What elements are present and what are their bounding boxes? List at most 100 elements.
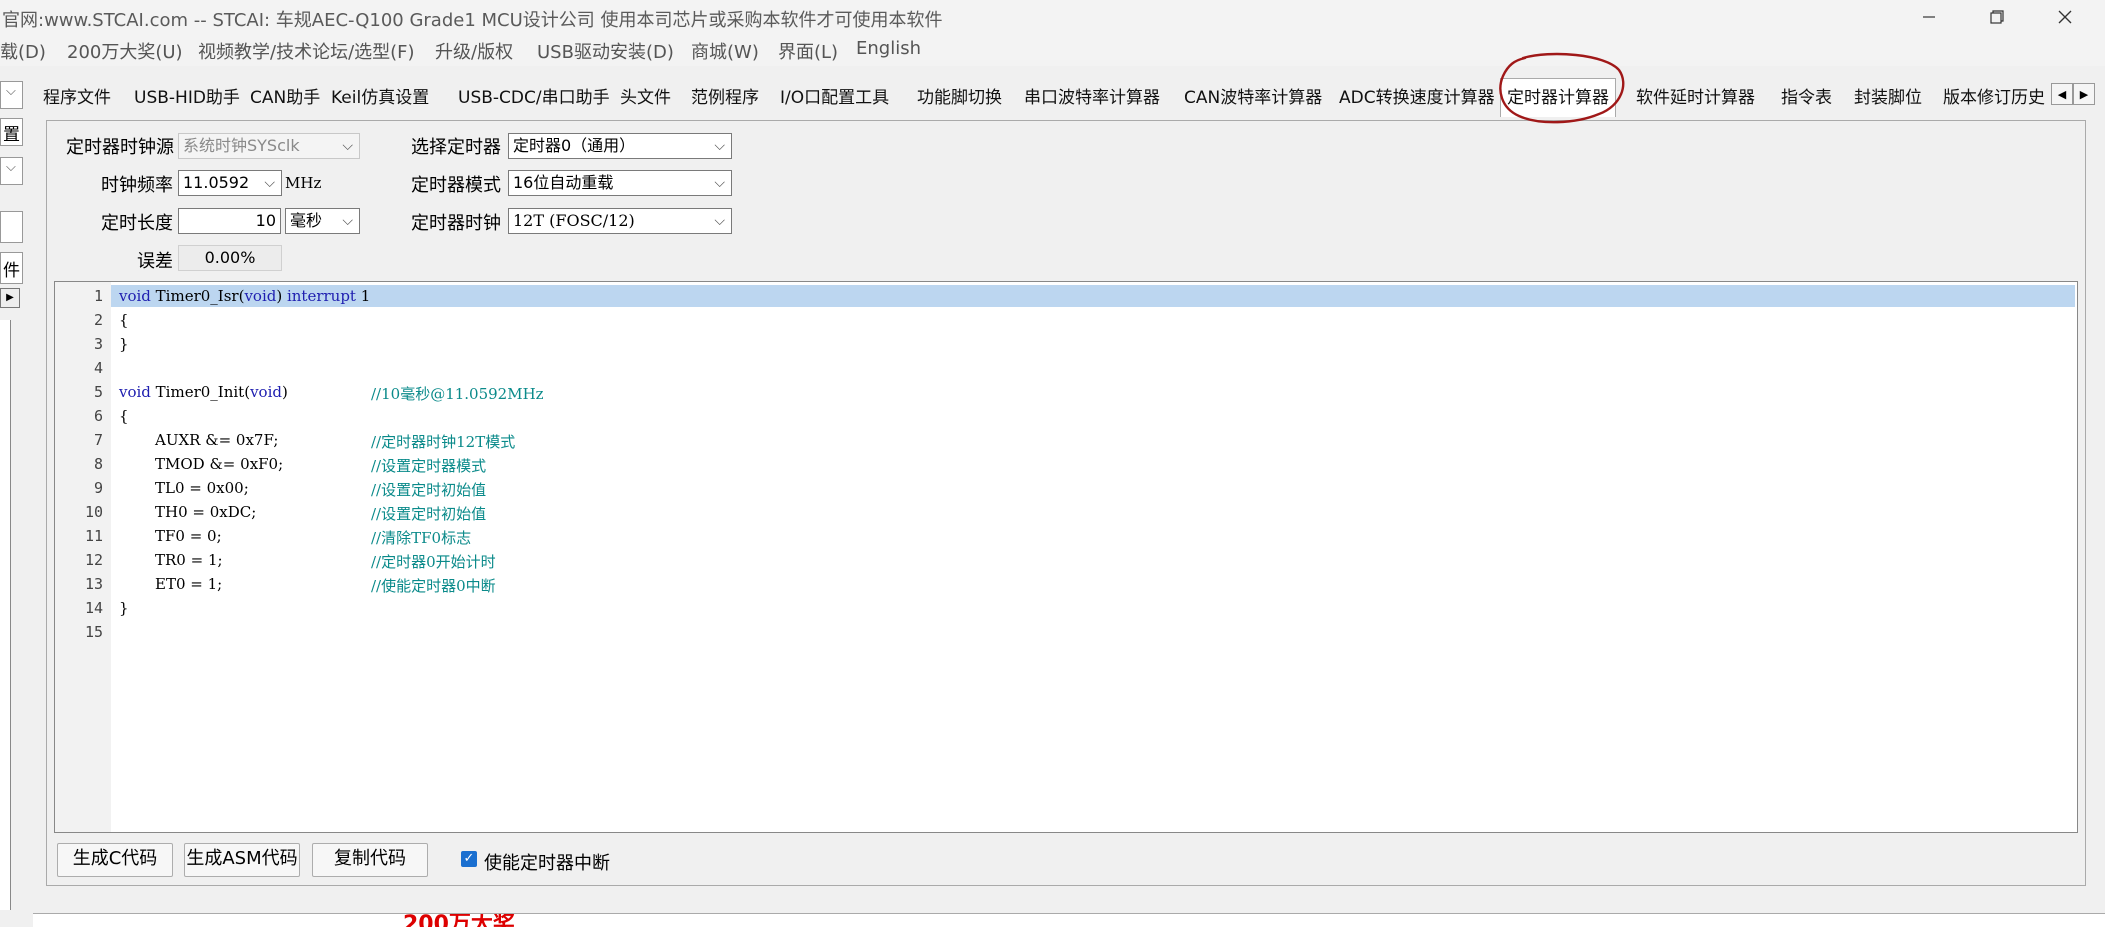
title-bar: 官网:www.STCAI.com -- STCAI: 车规AEC-Q100 Gr… [0,0,2105,34]
code-statement: TH0 = 0xDC; [155,503,257,521]
bottom-panel: 200万大奖 [33,913,2105,927]
code-statement: TL0 = 0x00; [155,479,249,497]
line-number: 11 [84,527,103,545]
code-keyword: void [119,383,151,401]
tab-uart-baud[interactable]: 串口波特率计算器 [1024,80,1160,116]
tab-header-file[interactable]: 头文件 [620,80,671,116]
generate-asm-button[interactable]: 生成ASM代码 [184,843,300,877]
restore-button[interactable] [1967,0,2027,34]
code-editor[interactable]: 1 2 3 4 5 6 7 8 9 10 11 12 13 14 15 void… [54,281,2078,833]
triangle-left-icon: ◀ [2057,87,2067,101]
clock-freq-label: 时钟频率 [101,175,173,196]
code-line: } [119,335,129,353]
timer-length-value: 10 [255,211,276,230]
chevron-down-icon: ⌵ [714,175,725,191]
tab-keil-debug[interactable]: Keil仿真设置 [331,80,429,116]
left-button[interactable]: 件 [0,252,23,284]
menu-usb-driver[interactable]: USB驱动安装(D) [537,38,674,64]
left-dropdown-2[interactable]: ⌵ [0,157,23,185]
code-statement: TF0 = 0; [155,527,222,545]
tab-can-assistant[interactable]: CAN助手 [250,80,320,116]
close-button[interactable] [2035,0,2095,34]
tab-delay-calculator[interactable]: 软件延时计算器 [1636,80,1755,116]
left-field: 置 [0,118,23,146]
tab-examples[interactable]: 范例程序 [691,80,759,116]
line-number: 9 [93,479,103,497]
chevron-down-icon: ⌵ [6,160,16,175]
triangle-right-icon: ▶ [6,292,14,303]
timer-length-label: 定时长度 [101,213,173,234]
clock-freq-value: 11.0592 [183,173,250,192]
code-line: { [119,311,129,329]
chevron-down-icon: ⌵ [6,84,16,99]
tab-scroll-left-button[interactable]: ◀ [2051,83,2073,105]
line-number: 1 [93,287,103,305]
code-line: void Timer0_Isr(void) interrupt 1 [119,287,370,305]
clock-freq-combo[interactable]: 11.0592 ⌵ [178,170,282,196]
error-value: 0.00% [204,248,256,267]
menu-english[interactable]: English [856,38,921,59]
code-statement: TR0 = 1; [155,551,223,569]
code-comment: //设置定时初始值 [371,505,487,523]
chevron-down-icon: ⌵ [342,213,353,229]
timer-mode-value: 16位自动重载 [513,173,614,192]
tab-adc-speed[interactable]: ADC转换速度计算器 [1339,80,1495,116]
close-icon [2058,10,2072,24]
timer-clock-select[interactable]: 12T (FOSC/12) ⌵ [508,208,732,234]
tab-usb-cdc-serial[interactable]: USB-CDC/串口助手 [458,80,610,116]
generate-c-button[interactable]: 生成C代码 [57,843,173,877]
timer-length-input[interactable]: 10 [178,208,281,234]
menu-download[interactable]: 载(D) [0,38,46,64]
code-comment: //定时器0开始计时 [371,553,496,571]
menu-award[interactable]: 200万大奖(U) [67,38,183,64]
copy-code-button[interactable]: 复制代码 [312,843,428,877]
enable-interrupt-checkbox[interactable]: ✓ [461,851,477,867]
code-comment: //使能定时器0中断 [371,577,496,595]
tab-instruction-table[interactable]: 指令表 [1781,80,1832,116]
menu-video-forum[interactable]: 视频教学/技术论坛/选型(F) [198,38,415,64]
left-dropdown[interactable]: ⌵ [0,81,23,109]
tab-revision-history[interactable]: 版本修订历史 [1943,80,2051,116]
tab-program-file[interactable]: 程序文件 [43,80,111,116]
enable-interrupt-label[interactable]: 使能定时器中断 [484,849,610,875]
menu-interface[interactable]: 界面(L) [778,38,838,64]
minimize-button[interactable] [1899,0,1959,34]
line-number: 4 [93,359,103,377]
code-keyword: void [244,287,277,305]
menu-upgrade[interactable]: 升级/版权 [435,38,513,64]
code-statement: TMOD &= 0xF0; [155,455,284,473]
timer-clock-label: 定时器时钟 [411,213,501,234]
tab-usb-hid[interactable]: USB-HID助手 [134,80,240,116]
timer-select-value: 定时器0（通用） [513,136,636,155]
code-line: void Timer0_Init(void) [119,383,288,401]
code-comment: //设置定时器模式 [371,457,487,475]
code-text: Timer0_Isr( [150,287,245,305]
line-number: 7 [93,431,103,449]
tab-package-pins[interactable]: 封装脚位 [1854,80,1922,116]
line-number: 12 [84,551,103,569]
tab-pin-switch[interactable]: 功能脚切换 [917,80,1002,116]
timer-select-label: 选择定时器 [411,137,501,158]
left-scroll-right-button[interactable]: ▶ [0,288,20,308]
clock-source-value: 系统时钟SYSclk [183,136,300,155]
chevron-down-icon: ⌵ [342,138,353,154]
timer-mode-select[interactable]: 16位自动重载 ⌵ [508,170,732,196]
menu-shop[interactable]: 商城(W) [691,38,759,64]
code-text: 1 [355,287,371,305]
timer-length-unit-select[interactable]: 毫秒 ⌵ [285,208,360,234]
timer-select[interactable]: 定时器0（通用） ⌵ [508,133,732,159]
chevron-down-icon: ⌵ [714,138,725,154]
tab-scroll-right-button[interactable]: ▶ [2073,83,2095,105]
left-label-2: 件 [3,261,20,281]
tab-can-baud[interactable]: CAN波特率计算器 [1184,80,1322,116]
tab-io-config[interactable]: I/O口配置工具 [780,80,889,116]
window-title: 官网:www.STCAI.com -- STCAI: 车规AEC-Q100 Gr… [2,10,943,31]
line-number: 6 [93,407,103,425]
line-number: 3 [93,335,103,353]
clock-source-select: 系统时钟SYSclk ⌵ [178,133,360,159]
left-field-2 [0,211,23,243]
clock-source-label: 定时器时钟源 [66,137,174,158]
line-number: 10 [84,503,103,521]
bottom-award-text: 200万大奖 [403,913,515,927]
code-statement: AUXR &= 0x7F; [155,431,279,449]
